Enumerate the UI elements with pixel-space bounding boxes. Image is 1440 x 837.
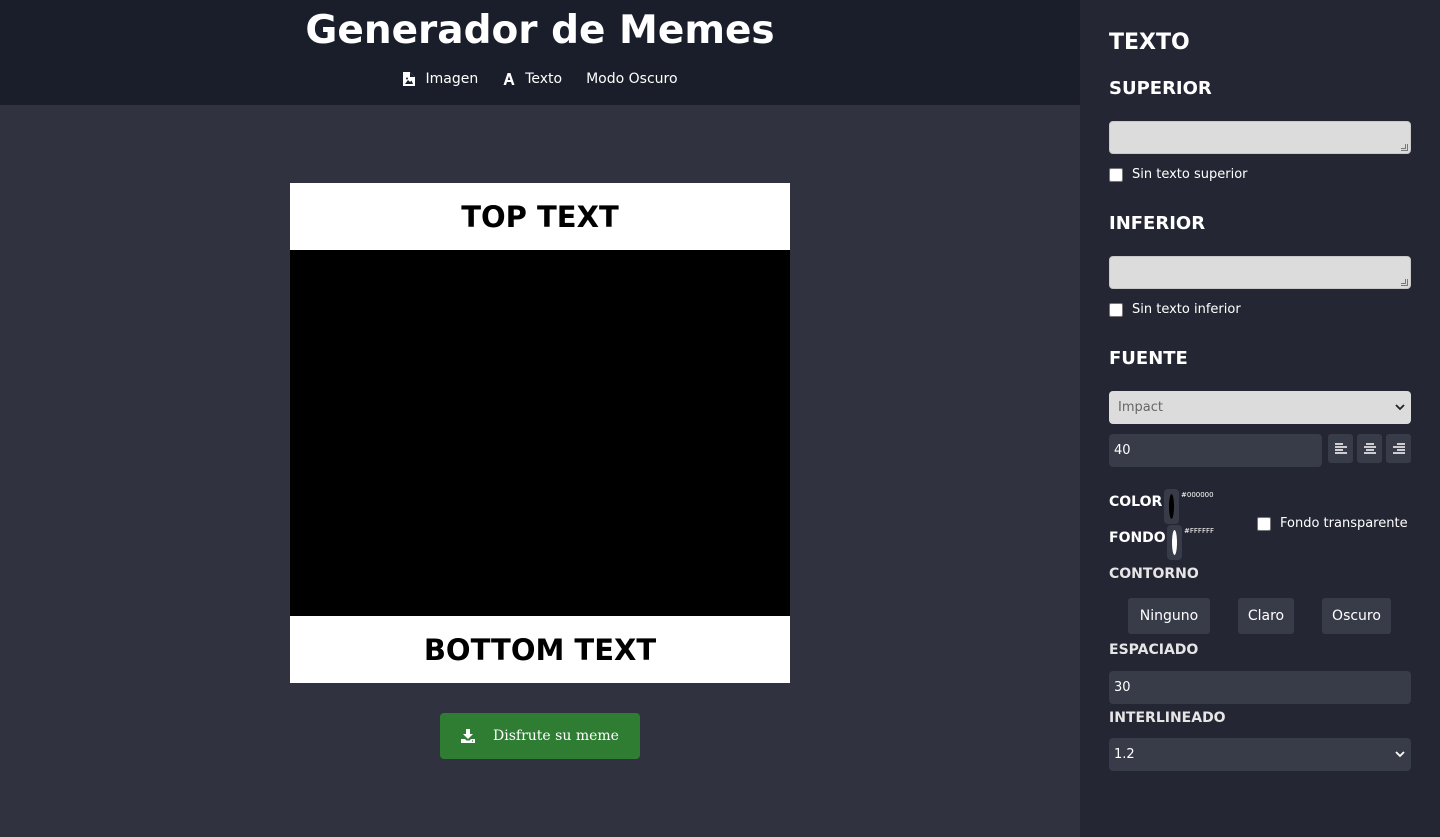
font-letter-icon <box>502 72 516 86</box>
no-top-text-label: Sin texto superior <box>1132 167 1248 182</box>
nav-item-texto-label: Texto <box>525 71 563 87</box>
bottom-text-heading: INFERIOR <box>1109 213 1206 234</box>
bottom-text-input[interactable] <box>1109 256 1411 289</box>
no-top-text-checkbox[interactable] <box>1109 167 1123 182</box>
outline-label: CONTORNO <box>1109 566 1199 582</box>
header: Generador de Memes Imagen Texto Modo Osc… <box>0 0 1080 105</box>
image-file-icon <box>402 72 416 86</box>
font-size-value: 40 <box>1114 443 1131 458</box>
align-right-button[interactable] <box>1386 434 1411 463</box>
nav-item-dark-mode[interactable]: Modo Oscuro <box>586 71 677 87</box>
chevron-down-icon <box>1395 404 1405 411</box>
nav-item-texto[interactable]: Texto <box>502 71 562 87</box>
nav-item-imagen[interactable]: Imagen <box>402 71 478 87</box>
panel-title: TEXTO <box>1109 30 1190 55</box>
chevron-down-icon <box>1395 751 1405 758</box>
align-right-icon <box>1392 442 1405 454</box>
no-top-text-option[interactable]: Sin texto superior <box>1109 167 1248 182</box>
download-button[interactable]: Disfrute su meme <box>440 713 640 759</box>
align-left-button[interactable] <box>1328 434 1353 463</box>
align-left-icon <box>1334 442 1347 454</box>
text-color-label: COLOR <box>1109 494 1163 510</box>
resize-grip-icon[interactable] <box>1401 279 1408 286</box>
outline-dark-button[interactable]: Oscuro <box>1322 598 1391 634</box>
text-color-swatch <box>1169 494 1174 519</box>
spacing-label: ESPACIADO <box>1109 642 1199 658</box>
nav-item-dark-mode-label: Modo Oscuro <box>586 71 678 87</box>
align-center-button[interactable] <box>1357 434 1382 463</box>
text-color-picker[interactable] <box>1164 489 1179 524</box>
top-text-input[interactable] <box>1109 121 1411 154</box>
meme-image <box>290 250 790 616</box>
background-color-picker[interactable] <box>1167 525 1182 560</box>
resize-grip-icon[interactable] <box>1401 144 1408 151</box>
outline-light-button[interactable]: Claro <box>1238 598 1294 634</box>
line-height-value: 1.2 <box>1114 747 1135 762</box>
nav-bar: Imagen Texto Modo Oscuro <box>0 71 1080 87</box>
top-text-heading: SUPERIOR <box>1109 78 1212 99</box>
font-family-value: Impact <box>1118 400 1163 415</box>
background-color-label: FONDO <box>1109 530 1166 546</box>
font-family-select[interactable]: Impact <box>1109 391 1411 424</box>
font-size-input[interactable]: 40 <box>1109 434 1322 467</box>
align-center-icon <box>1363 442 1376 454</box>
no-bottom-text-checkbox[interactable] <box>1109 302 1123 317</box>
line-height-select[interactable]: 1.2 <box>1109 738 1411 771</box>
line-height-label: INTERLINEADO <box>1109 710 1226 726</box>
transparent-background-checkbox[interactable] <box>1257 516 1271 531</box>
app-title: Generador de Memes <box>305 8 775 53</box>
meme-bottom-text: BOTTOM TEXT <box>423 632 657 667</box>
download-icon <box>461 729 476 743</box>
outline-none-button[interactable]: Ninguno <box>1128 598 1210 634</box>
spacing-value: 30 <box>1114 680 1131 695</box>
meme-top-text: TOP TEXT <box>461 199 619 234</box>
download-button-label: Disfrute su meme <box>493 728 619 744</box>
no-bottom-text-label: Sin texto inferior <box>1132 302 1241 317</box>
text-color-hex: #000000 <box>1181 491 1214 499</box>
meme-preview: TOP TEXT BOTTOM TEXT <box>290 183 790 683</box>
spacing-input[interactable]: 30 <box>1109 671 1411 704</box>
transparent-background-label: Fondo transparente <box>1280 516 1408 531</box>
background-color-swatch <box>1172 530 1177 555</box>
nav-item-imagen-label: Imagen <box>425 71 479 87</box>
transparent-background-option[interactable]: Fondo transparente <box>1257 516 1408 531</box>
text-settings-panel: TEXTO SUPERIOR Sin texto superior INFERI… <box>1080 0 1440 837</box>
font-heading: FUENTE <box>1109 348 1188 369</box>
background-color-hex: #FFFFFF <box>1184 527 1215 535</box>
no-bottom-text-option[interactable]: Sin texto inferior <box>1109 302 1241 317</box>
